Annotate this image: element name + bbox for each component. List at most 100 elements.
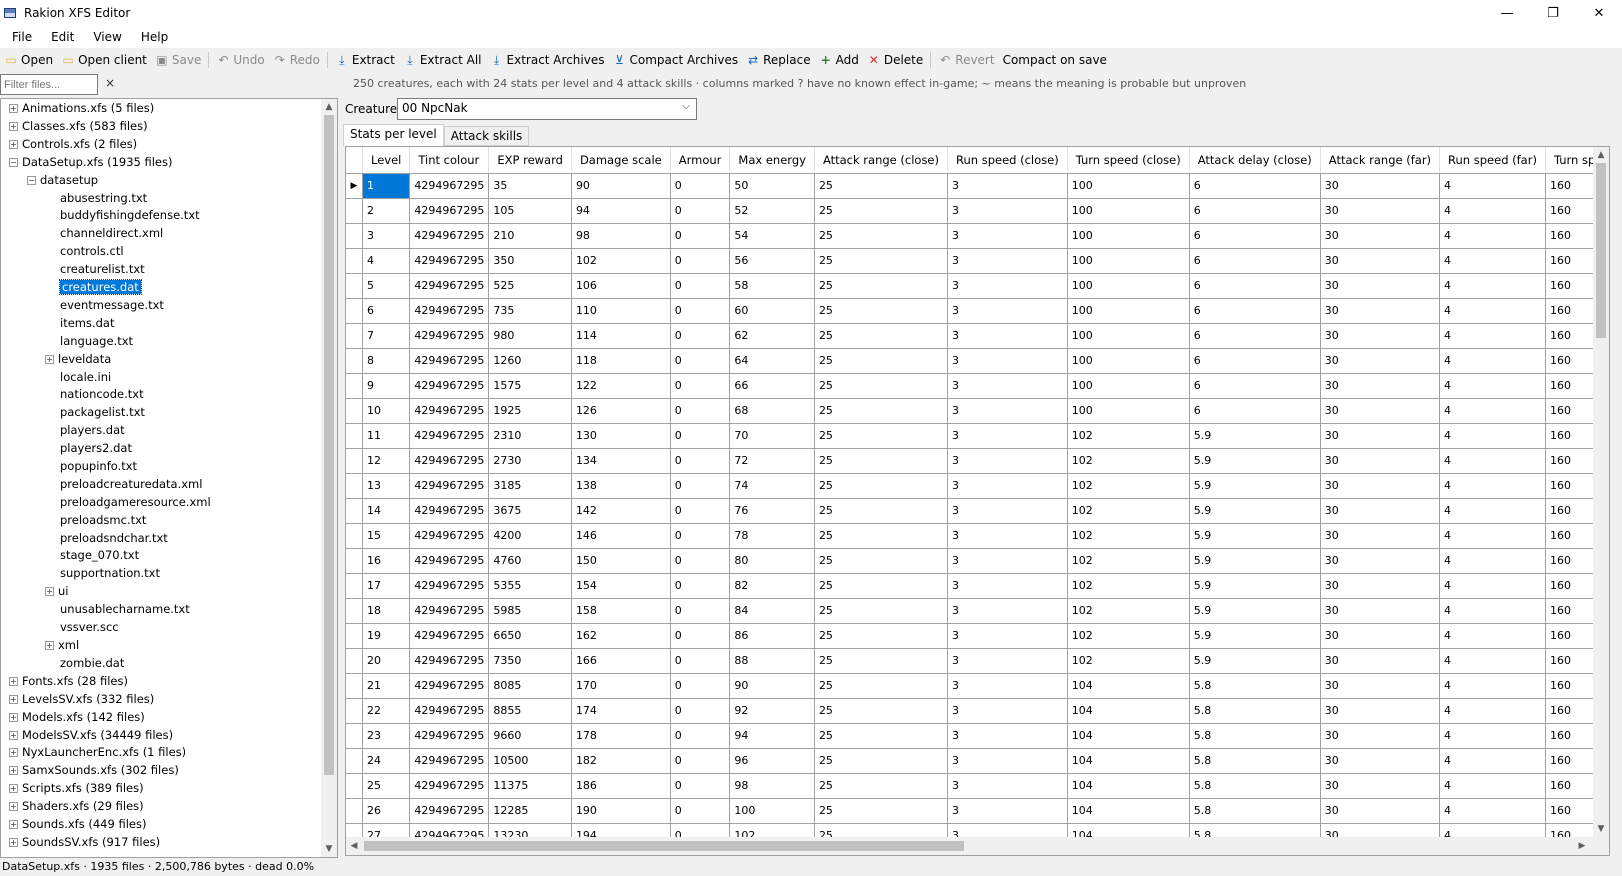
table-cell[interactable]: 11375 (488, 773, 572, 799)
table-cell[interactable]: 25 (814, 473, 949, 499)
table-cell[interactable]: 4 (1439, 498, 1546, 524)
table-cell[interactable]: 0 (670, 523, 731, 549)
table-cell[interactable]: 4294967295 (409, 248, 490, 274)
table-cell[interactable]: 7350 (488, 648, 572, 674)
table-cell[interactable]: 3 (947, 423, 1068, 449)
table-cell[interactable]: 4200 (488, 523, 572, 549)
tree-item[interactable]: popupinfo.txt (45, 457, 137, 475)
table-cell[interactable]: 4 (1439, 648, 1546, 674)
table-cell[interactable]: 3 (947, 398, 1068, 424)
table-cell[interactable]: 3 (947, 573, 1068, 599)
table-cell[interactable]: 166 (571, 648, 671, 674)
table-cell[interactable]: 30 (1320, 648, 1441, 674)
table-cell[interactable]: 4 (1439, 773, 1546, 799)
table-cell[interactable]: 5.8 (1189, 698, 1321, 724)
table-cell[interactable]: 0 (670, 673, 731, 699)
table-cell[interactable]: 2310 (488, 423, 572, 449)
undo-button[interactable]: ↶ Undo (212, 49, 268, 71)
table-cell[interactable]: 104 (1067, 773, 1190, 799)
table-cell[interactable]: 17 (362, 573, 411, 599)
table-cell[interactable]: 3 (947, 773, 1068, 799)
table-cell[interactable]: 30 (1320, 173, 1441, 199)
table-row[interactable]: 5 4294967295 525 106 0 58 25 3 100 6 30 4 160 (346, 273, 1609, 299)
clear-filter-button[interactable]: × (105, 76, 115, 90)
save-button[interactable]: ▣ Save (151, 49, 205, 71)
table-cell[interactable]: 25 (814, 173, 949, 199)
tree-item[interactable]: supportnation.txt (45, 564, 160, 582)
table-cell[interactable]: 6 (1189, 373, 1321, 399)
row-header[interactable] (346, 248, 363, 274)
table-cell[interactable]: 3 (947, 523, 1068, 549)
table-cell[interactable]: 4 (1439, 673, 1546, 699)
table-cell[interactable]: 30 (1320, 723, 1441, 749)
table-cell[interactable]: 3 (947, 748, 1068, 774)
tree-item[interactable]: + Scripts.xfs (389 files) (9, 779, 144, 797)
row-header[interactable] (346, 273, 363, 299)
table-cell[interactable]: 3 (947, 298, 1068, 324)
tree-item[interactable]: + SoundsSV.xfs (917 files) (9, 833, 160, 851)
table-cell[interactable]: 18 (362, 598, 411, 624)
table-cell[interactable]: 25 (814, 748, 949, 774)
row-header[interactable] (346, 598, 363, 624)
tree-item[interactable]: + SamxSounds.xfs (302 files) (9, 761, 179, 779)
tree-item[interactable]: players.dat (45, 421, 125, 439)
tree-item[interactable]: packagelist.txt (45, 403, 145, 421)
tree-item[interactable]: + leveldata (45, 350, 111, 368)
table-cell[interactable]: 5.9 (1189, 573, 1321, 599)
table-cell[interactable]: 3 (947, 473, 1068, 499)
table-cell[interactable]: 4294967295 (409, 498, 490, 524)
table-cell[interactable]: 4294967295 (409, 773, 490, 799)
table-cell[interactable]: 30 (1320, 273, 1441, 299)
row-header[interactable] (346, 523, 363, 549)
column-header[interactable]: Level (362, 147, 411, 174)
table-cell[interactable]: 94 (571, 198, 671, 224)
table-row[interactable]: 19 4294967295 6650 162 0 86 25 3 102 5.9 30 4 160 (346, 623, 1609, 649)
scroll-up-icon[interactable]: ▲ (1593, 147, 1609, 163)
table-cell[interactable]: 100 (1067, 273, 1190, 299)
scroll-left-icon[interactable]: ◀ (346, 838, 362, 854)
row-header[interactable] (346, 298, 363, 324)
scroll-down-icon[interactable]: ▼ (1593, 821, 1609, 837)
table-cell[interactable]: 21 (362, 673, 411, 699)
table-cell[interactable]: 4 (362, 248, 411, 274)
column-header[interactable]: Run speed (close) (947, 147, 1068, 174)
table-cell[interactable]: 0 (670, 273, 731, 299)
table-cell[interactable]: 82 (729, 573, 815, 599)
table-cell[interactable]: 4294967295 (409, 573, 490, 599)
table-cell[interactable]: 3 (947, 448, 1068, 474)
table-cell[interactable]: 0 (670, 398, 731, 424)
table-cell[interactable]: 4760 (488, 548, 572, 574)
revert-button[interactable]: ↶ Revert (934, 49, 998, 71)
table-cell[interactable]: 35 (488, 173, 572, 199)
table-cell[interactable]: 8855 (488, 698, 572, 724)
row-header[interactable] (346, 473, 363, 499)
expand-icon[interactable]: + (9, 139, 18, 149)
scroll-up-icon[interactable]: ▲ (321, 99, 337, 115)
table-cell[interactable]: 86 (729, 623, 815, 649)
table-cell[interactable]: 3 (947, 498, 1068, 524)
table-cell[interactable]: 4 (1439, 248, 1546, 274)
table-cell[interactable]: 3 (947, 273, 1068, 299)
table-cell[interactable]: 6 (1189, 273, 1321, 299)
table-cell[interactable]: 30 (1320, 323, 1441, 349)
table-cell[interactable]: 30 (1320, 248, 1441, 274)
tree-item[interactable]: + Models.xfs (142 files) (9, 708, 145, 726)
table-cell[interactable]: 4 (1439, 298, 1546, 324)
table-cell[interactable]: 4294967295 (409, 298, 490, 324)
table-cell[interactable]: 0 (670, 748, 731, 774)
extract-archives-button[interactable]: ⤓ Extract Archives (486, 49, 609, 71)
table-cell[interactable]: 25 (814, 548, 949, 574)
table-cell[interactable]: 102 (1067, 598, 1190, 624)
table-cell[interactable]: 30 (1320, 498, 1441, 524)
table-row[interactable]: 27 4294967295 13230 194 0 102 25 3 104 5.8 30 4 160 (346, 823, 1609, 837)
table-cell[interactable]: 102 (1067, 548, 1190, 574)
table-cell[interactable]: 6 (1189, 173, 1321, 199)
table-cell[interactable]: 102 (1067, 573, 1190, 599)
table-cell[interactable]: 4294967295 (409, 423, 490, 449)
row-header[interactable] (346, 573, 363, 599)
table-row[interactable]: 9 4294967295 1575 122 0 66 25 3 100 6 30 4 160 (346, 373, 1609, 399)
table-cell[interactable]: 3 (947, 223, 1068, 249)
expand-icon[interactable]: + (9, 765, 18, 775)
tree-item[interactable]: + NyxLauncherEnc.xfs (1 files) (9, 743, 186, 761)
table-cell[interactable]: 98 (729, 773, 815, 799)
